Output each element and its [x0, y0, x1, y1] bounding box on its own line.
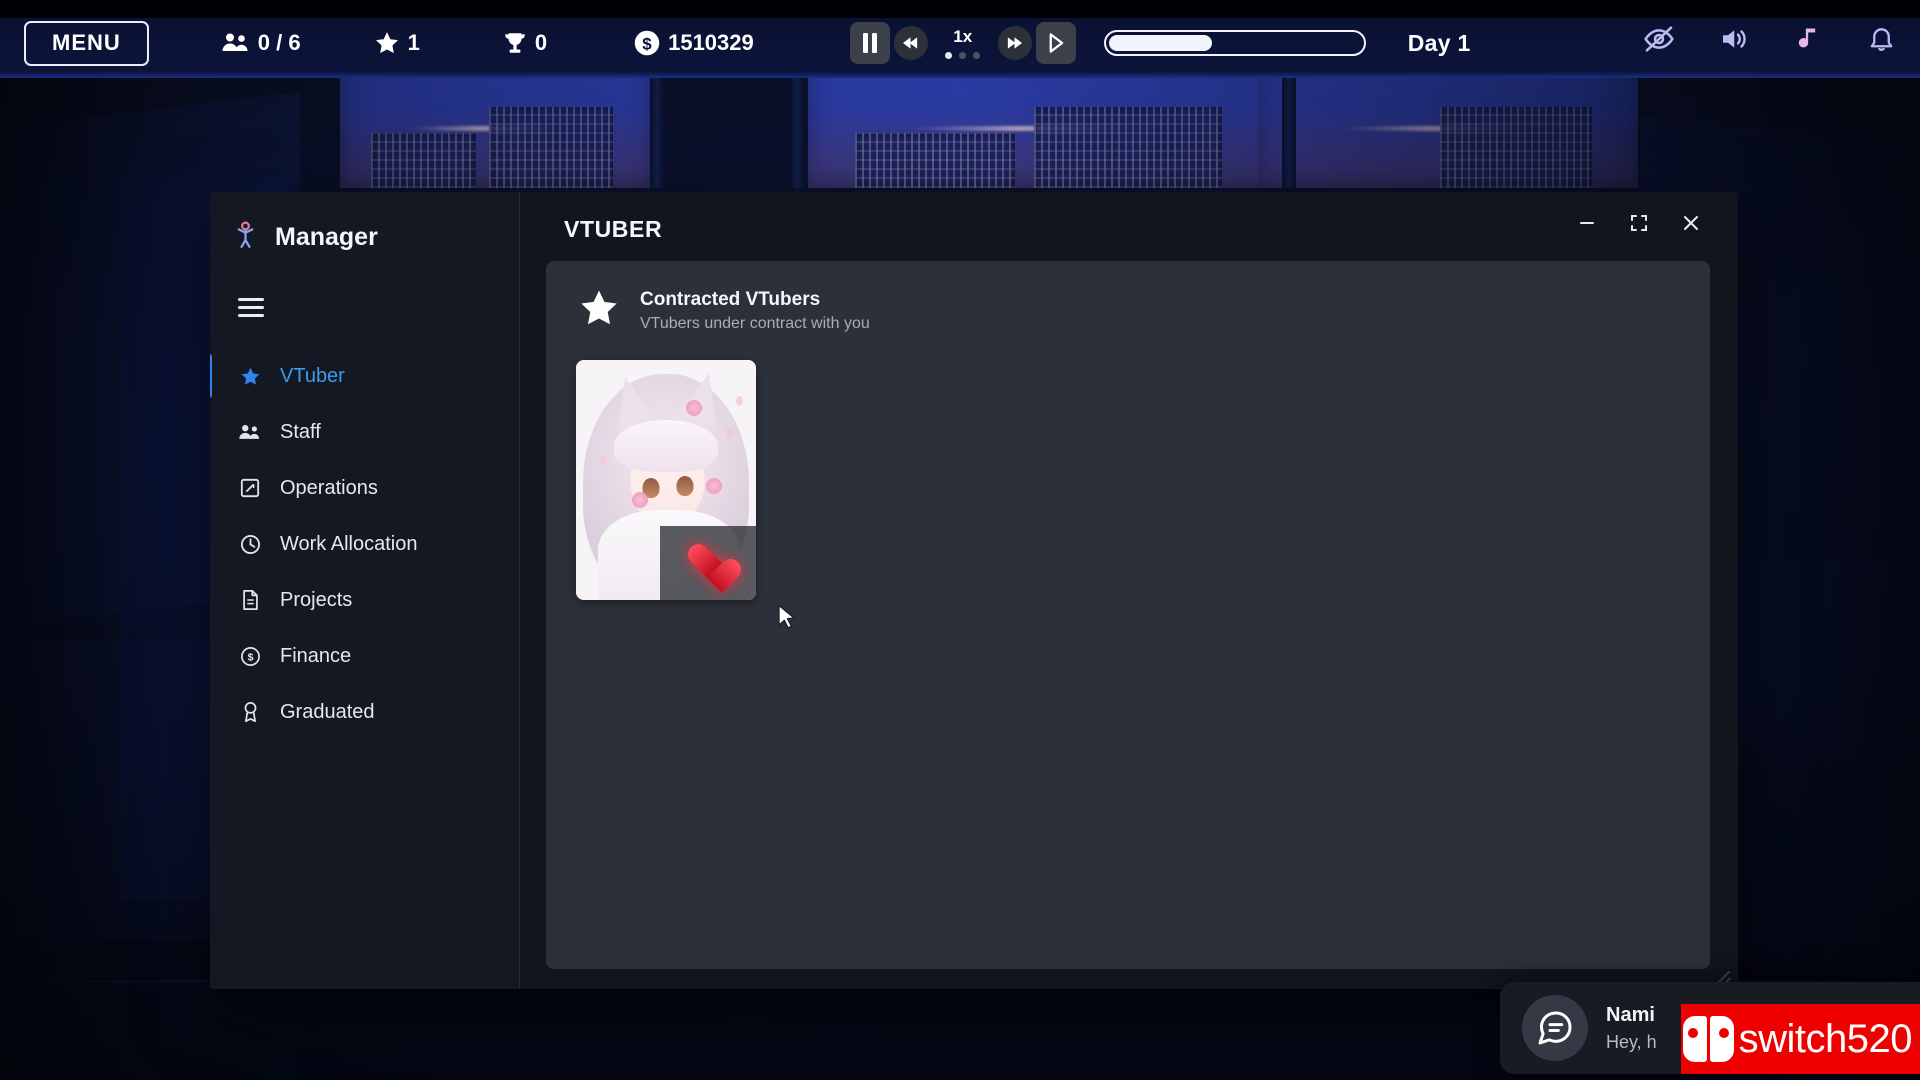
sidebar-item-graduated[interactable]: Graduated: [210, 684, 519, 740]
page-title: VTUBER: [564, 216, 663, 242]
play-button[interactable]: [1035, 22, 1076, 64]
sidebar-item-label: VTuber: [280, 364, 345, 387]
stat-star-rating: 1: [373, 30, 420, 56]
stat-value: 1: [407, 30, 420, 55]
star-icon: [373, 30, 401, 56]
vtuber-card[interactable]: [576, 360, 756, 600]
money-icon: $: [633, 29, 661, 57]
nintendo-switch-icon: [1682, 1016, 1734, 1062]
sidebar-item-finance[interactable]: $ Finance: [210, 628, 519, 684]
sidebar-item-label: Graduated: [280, 700, 375, 723]
heart-icon: [688, 545, 728, 581]
people-icon: [238, 423, 262, 442]
volume-icon[interactable]: [1716, 22, 1750, 56]
sidebar-nav: VTuber Staff Operations Work Allocation …: [210, 348, 519, 740]
watermark: switch520: [1680, 1004, 1920, 1074]
sidebar-item-label: Staff: [280, 420, 321, 443]
section-subheading: VTubers under contract with you: [640, 315, 870, 333]
speed-dots: [945, 51, 981, 59]
window-controls: [1574, 210, 1710, 236]
menu-button[interactable]: MENU: [24, 20, 149, 66]
people-icon: [221, 31, 251, 55]
sidebar-item-label: Operations: [280, 476, 378, 499]
stat-vtuber-slots: 0 / 6: [221, 30, 301, 56]
chat-sender-name: Nami: [1606, 1003, 1655, 1026]
document-icon: [238, 589, 262, 611]
vtuber-grid: [566, 360, 1690, 600]
award-icon: [238, 701, 262, 723]
close-icon[interactable]: [1678, 210, 1704, 236]
rewind-button[interactable]: [893, 26, 928, 60]
stat-money: $ 1510329: [633, 29, 754, 57]
manager-person-icon: [232, 220, 259, 255]
bell-icon[interactable]: [1864, 22, 1898, 56]
star-icon: [578, 287, 620, 334]
speed-indicator[interactable]: 1x: [934, 28, 992, 59]
brand-title: Manager: [275, 223, 378, 251]
hud-right-icons: [1642, 22, 1898, 56]
chat-bubble-icon: [1522, 995, 1588, 1061]
eye-off-icon[interactable]: [1642, 22, 1676, 56]
chat-message-preview: Hey, h: [1606, 1031, 1657, 1052]
day-progress-bar[interactable]: [1103, 30, 1366, 56]
top-hud-bar: MENU 0 / 6 1 0 $ 1510329 1x Day 1: [0, 0, 1920, 78]
clock-icon: [238, 534, 262, 555]
sidebar-item-vtuber[interactable]: VTuber: [210, 348, 519, 404]
sidebar-item-work-allocation[interactable]: Work Allocation: [210, 516, 519, 572]
hamburger-icon[interactable]: [210, 267, 519, 344]
sidebar: Manager VTuber Staff Operations Work All…: [210, 192, 520, 989]
trophy-icon: [502, 30, 528, 56]
sidebar-item-operations[interactable]: Operations: [210, 460, 519, 516]
app-brand: Manager: [210, 208, 519, 267]
manager-window: Manager VTuber Staff Operations Work All…: [210, 192, 1738, 989]
day-counter: Day 1: [1407, 29, 1471, 56]
maximize-icon[interactable]: [1626, 210, 1652, 236]
vtuber-status-overlay: [660, 526, 756, 600]
svg-text:$: $: [642, 34, 652, 53]
section-header: Contracted VTubers VTubers under contrac…: [566, 279, 1690, 334]
speed-label: 1x: [953, 26, 973, 46]
pause-button[interactable]: [849, 22, 890, 64]
sidebar-item-projects[interactable]: Projects: [210, 572, 519, 628]
main-header: VTUBER: [546, 210, 1710, 243]
sidebar-item-label: Projects: [280, 588, 353, 611]
stat-value: 0 / 6: [257, 30, 301, 55]
fast-forward-button[interactable]: [997, 26, 1032, 60]
star-icon: [238, 366, 262, 387]
sidebar-item-staff[interactable]: Staff: [210, 404, 519, 460]
stat-trophies: 0: [502, 30, 547, 56]
minimize-icon[interactable]: [1574, 210, 1600, 236]
time-controls: 1x: [849, 22, 1076, 64]
contracted-vtubers-panel: Contracted VTubers VTubers under contrac…: [546, 261, 1710, 969]
day-progress-fill: [1108, 35, 1213, 51]
watermark-text: switch520: [1738, 1016, 1913, 1061]
coin-icon: $: [238, 646, 262, 667]
main-content: VTUBER Contracted VTubers VTubers under …: [520, 192, 1738, 989]
stat-value: 0: [534, 30, 548, 55]
stat-value: 1510329: [668, 30, 754, 55]
sidebar-item-label: Finance: [280, 644, 352, 667]
edit-square-icon: [238, 478, 262, 498]
music-icon[interactable]: [1790, 22, 1824, 56]
section-heading: Contracted VTubers: [640, 288, 821, 310]
svg-text:$: $: [247, 651, 253, 663]
sidebar-item-label: Work Allocation: [280, 532, 418, 555]
